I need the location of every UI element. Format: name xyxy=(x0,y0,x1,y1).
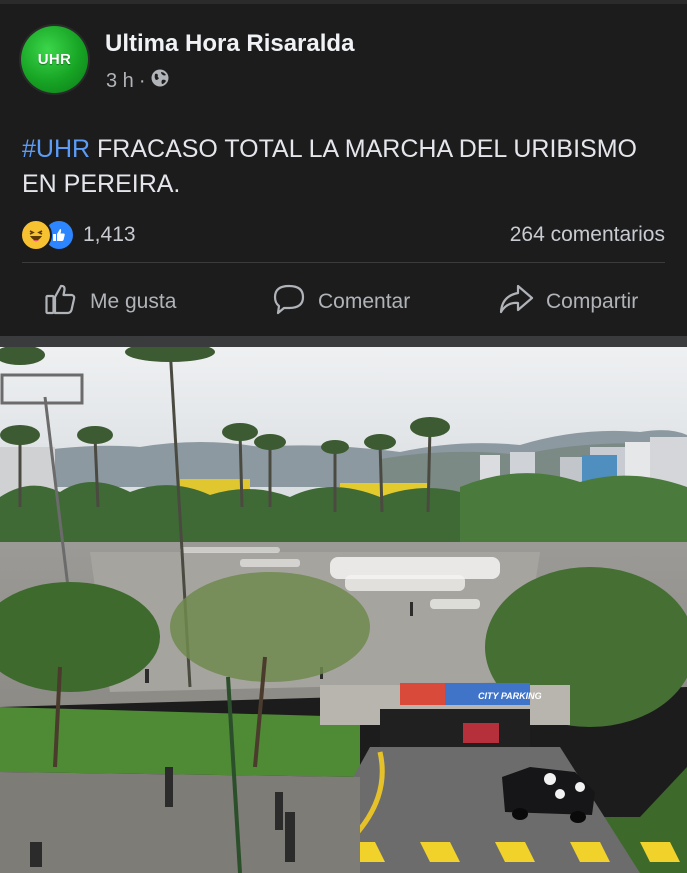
parking-sign-text: CITY PARKING xyxy=(478,691,542,701)
share-label: Compartir xyxy=(546,290,639,313)
share-button[interactable]: Compartir xyxy=(498,282,638,322)
post-body: FRACASO TOTAL LA MARCHA DEL URIBISMO EN … xyxy=(22,135,637,198)
haha-icon xyxy=(20,219,52,251)
share-arrow-icon xyxy=(498,282,534,322)
avatar[interactable]: UHR xyxy=(21,26,88,93)
thumbs-up-icon xyxy=(44,282,78,322)
avatar-label: UHR xyxy=(37,51,72,68)
comments-count[interactable]: 264 comentarios xyxy=(510,223,665,247)
post-time[interactable]: 3 h xyxy=(106,70,134,93)
page-name[interactable]: Ultima Hora Risaralda xyxy=(105,30,354,58)
post-photo[interactable]: CITY PARKING xyxy=(0,347,687,873)
action-bar: Me gusta Comentar Compartir xyxy=(0,276,687,328)
comment-button[interactable]: Comentar xyxy=(272,282,410,322)
meta-dot: · xyxy=(138,69,146,92)
hashtag-link[interactable]: #UHR xyxy=(22,135,90,163)
reaction-count: 1,413 xyxy=(83,223,136,246)
comment-label: Comentar xyxy=(318,290,411,313)
like-button[interactable]: Me gusta xyxy=(44,282,176,322)
reactions-summary[interactable]: 1,413 xyxy=(20,219,136,251)
post-meta: 3 h · xyxy=(106,68,170,94)
post-card: UHR Ultima Hora Risaralda 3 h · #UHR FRA… xyxy=(0,4,687,336)
separator-bar xyxy=(0,336,687,347)
comment-bubble-icon xyxy=(272,282,306,322)
globe-icon xyxy=(150,68,170,94)
like-label: Me gusta xyxy=(90,290,177,313)
divider xyxy=(22,262,665,263)
post-text: #UHR FRACASO TOTAL LA MARCHA DEL URIBISM… xyxy=(22,132,662,202)
